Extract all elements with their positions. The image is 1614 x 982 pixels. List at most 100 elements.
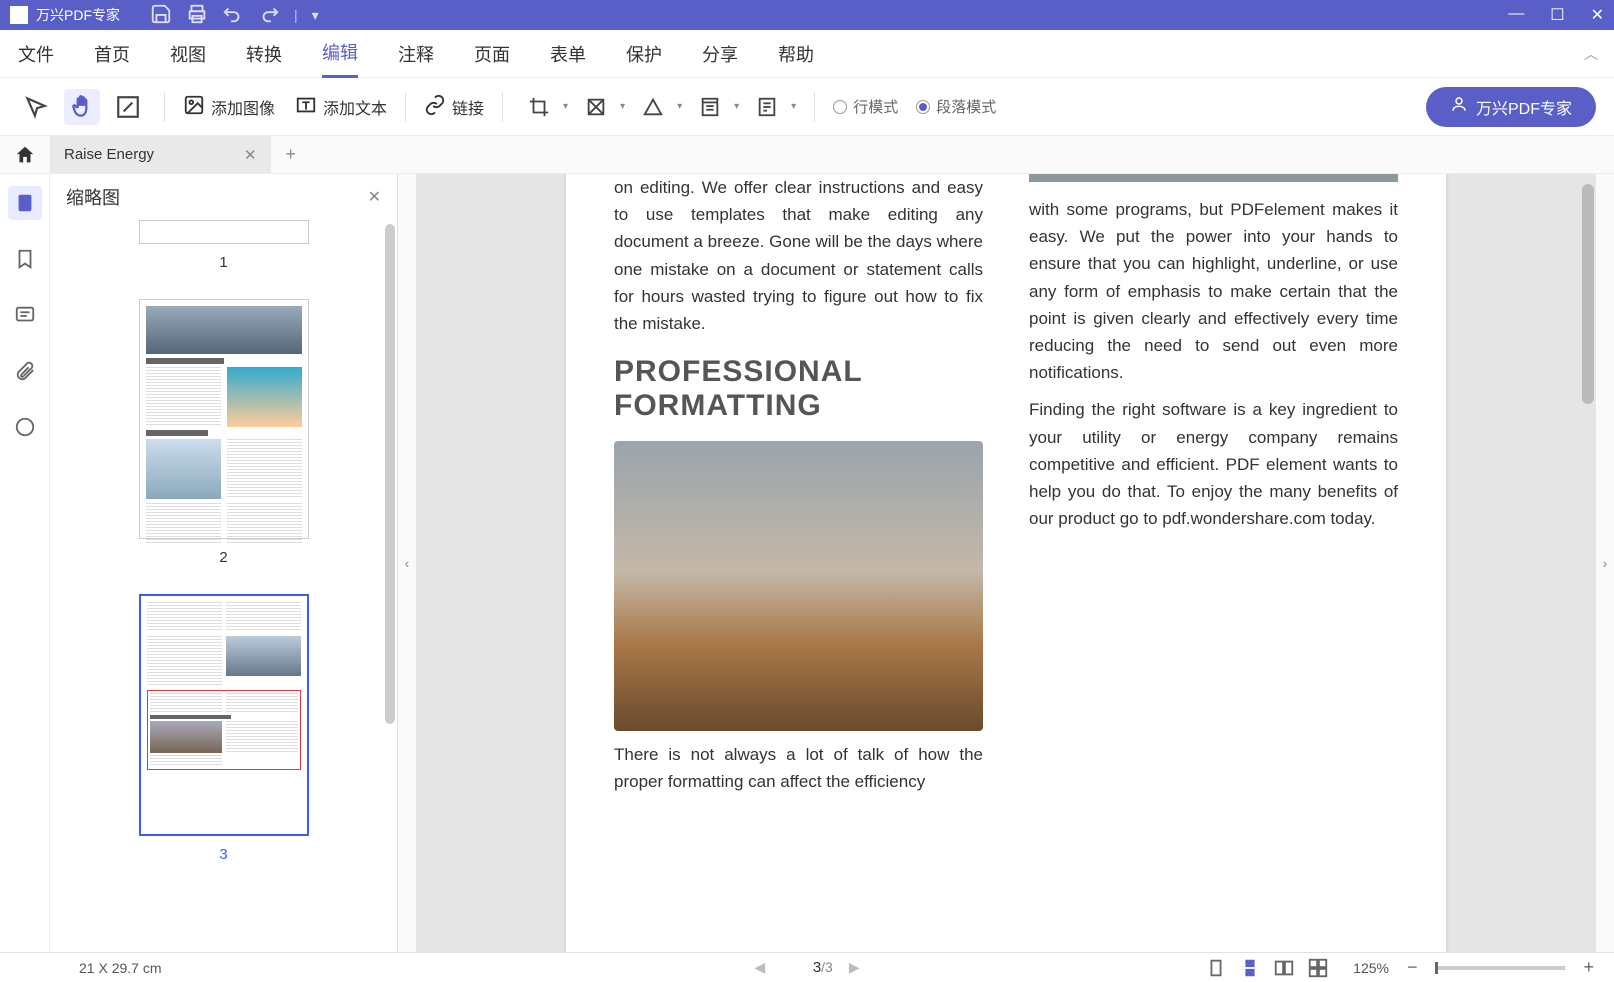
body-text: with some programs, but PDFelement makes…	[1029, 196, 1398, 386]
page-dimensions: 21 X 29.7 cm	[79, 960, 162, 976]
document-image	[614, 441, 983, 731]
crop-button[interactable]	[521, 89, 557, 125]
body-text: Finding the right software is a key ingr…	[1029, 396, 1398, 532]
add-image-label: 添加图像	[211, 95, 275, 119]
watermark-button[interactable]	[578, 89, 614, 125]
link-button[interactable]: 链接	[424, 94, 484, 119]
single-page-view-button[interactable]	[1205, 957, 1227, 979]
undo-icon[interactable]	[222, 3, 244, 28]
document-view[interactable]: on editing. We offer clear instructions …	[416, 174, 1596, 952]
user-icon	[1450, 95, 1468, 118]
document-tab-bar: Raise Energy ✕ +	[0, 136, 1614, 174]
zoom-value: 125%	[1353, 960, 1389, 976]
edit-mode-group: 行模式 段落模式	[833, 96, 996, 117]
thumbnail-panel-title: 缩略图	[66, 184, 120, 210]
close-tab-icon[interactable]: ✕	[244, 146, 257, 164]
comments-rail-button[interactable]	[8, 298, 42, 332]
home-tab-button[interactable]	[0, 136, 50, 173]
prev-page-button[interactable]: ◀	[754, 959, 765, 976]
row-mode-label: 行模式	[853, 96, 898, 117]
edit-toolbar: 添加图像 添加文本 链接 ▾ ▾ ▾ ▾ ▾ 行模式 段落模式 万兴PDF专家	[0, 78, 1614, 136]
menu-bar: 文件 首页 视图 转换 编辑 注释 页面 表单 保护 分享 帮助 ︿	[0, 30, 1614, 78]
menu-file[interactable]: 文件	[18, 31, 54, 77]
brand-account-button[interactable]: 万兴PDF专家	[1426, 87, 1596, 127]
row-mode-radio[interactable]: 行模式	[833, 96, 898, 117]
thumbnails-rail-button[interactable]	[8, 186, 42, 220]
customize-qa-icon[interactable]: ▾	[312, 7, 319, 24]
menu-view[interactable]: 视图	[170, 31, 206, 77]
menu-page[interactable]: 页面	[474, 31, 510, 77]
section-heading: PROFESSIONAL FORMATTING	[614, 355, 983, 423]
maximize-button[interactable]: ☐	[1550, 5, 1564, 25]
thumbnail-page-1[interactable]	[139, 220, 309, 244]
select-tool-button[interactable]	[18, 89, 54, 125]
thumbnail-page-2[interactable]	[139, 299, 309, 539]
document-tab[interactable]: Raise Energy ✕	[50, 136, 271, 173]
thumbnail-list[interactable]: 1 2 3	[50, 220, 397, 952]
bookmarks-rail-button[interactable]	[8, 242, 42, 276]
close-window-button[interactable]: ✕	[1591, 5, 1604, 25]
paragraph-mode-label: 段落模式	[936, 96, 996, 117]
header-footer-button[interactable]	[692, 89, 728, 125]
page-number-input[interactable]	[781, 959, 821, 976]
body-text: There is not always a lot of talk of how…	[614, 741, 983, 795]
menu-home[interactable]: 首页	[94, 31, 130, 77]
document-tab-title: Raise Energy	[64, 146, 154, 163]
app-logo-icon	[10, 6, 28, 24]
new-tab-button[interactable]: +	[271, 136, 311, 173]
paragraph-mode-radio[interactable]: 段落模式	[916, 96, 996, 117]
link-label: 链接	[452, 95, 484, 119]
collapse-right-panel-button[interactable]: ›	[1596, 174, 1614, 952]
pan-tool-button[interactable]	[64, 89, 100, 125]
print-icon[interactable]	[186, 3, 208, 28]
two-page-continuous-button[interactable]	[1307, 957, 1329, 979]
app-title: 万兴PDF专家	[36, 5, 120, 25]
next-page-button[interactable]: ▶	[849, 959, 860, 976]
add-image-button[interactable]: 添加图像	[183, 94, 275, 119]
brand-button-label: 万兴PDF专家	[1476, 95, 1572, 119]
add-text-button[interactable]: 添加文本	[295, 94, 387, 119]
redo-icon[interactable]	[258, 3, 280, 28]
image-icon	[183, 94, 205, 119]
status-bar: 21 X 29.7 cm ◀ /3 ▶ 125% − +	[0, 952, 1614, 982]
collapse-left-panel-button[interactable]: ‹	[398, 174, 416, 952]
thumbnail-page-3[interactable]	[139, 594, 309, 836]
view-controls: 125% − +	[1205, 957, 1600, 979]
document-scrollbar[interactable]	[1582, 184, 1594, 404]
menu-protect[interactable]: 保护	[626, 31, 662, 77]
background-dropdown-icon[interactable]: ▾	[677, 101, 682, 112]
text-icon	[295, 94, 317, 119]
edit-tool-button[interactable]	[110, 89, 146, 125]
search-rail-button[interactable]	[8, 410, 42, 444]
menu-edit[interactable]: 编辑	[322, 29, 358, 78]
continuous-view-button[interactable]	[1239, 957, 1261, 979]
bates-button[interactable]	[749, 89, 785, 125]
attachments-rail-button[interactable]	[8, 354, 42, 388]
background-button[interactable]	[635, 89, 671, 125]
watermark-dropdown-icon[interactable]: ▾	[620, 101, 625, 112]
window-controls: — ☐ ✕	[1508, 5, 1604, 25]
menu-form[interactable]: 表单	[550, 31, 586, 77]
thumbnail-number: 1	[219, 254, 227, 271]
close-thumbnail-panel-icon[interactable]: ✕	[368, 187, 381, 207]
menu-annotate[interactable]: 注释	[398, 31, 434, 77]
collapse-ribbon-icon[interactable]: ︿	[1584, 44, 1598, 64]
thumbnail-number: 2	[219, 549, 227, 566]
link-icon	[424, 94, 446, 119]
menu-share[interactable]: 分享	[702, 31, 738, 77]
zoom-slider[interactable]	[1435, 966, 1565, 970]
body-text: on editing. We offer clear instructions …	[614, 174, 983, 337]
two-page-view-button[interactable]	[1273, 957, 1295, 979]
save-icon[interactable]	[150, 3, 172, 28]
menu-convert[interactable]: 转换	[246, 31, 282, 77]
crop-dropdown-icon[interactable]: ▾	[563, 101, 568, 112]
thumbnail-scrollbar[interactable]	[385, 224, 395, 724]
zoom-out-button[interactable]: −	[1401, 957, 1424, 978]
minimize-button[interactable]: —	[1508, 5, 1524, 25]
page-total: /3	[821, 959, 833, 975]
menu-help[interactable]: 帮助	[778, 31, 814, 77]
document-page: on editing. We offer clear instructions …	[566, 174, 1446, 952]
zoom-in-button[interactable]: +	[1577, 957, 1600, 978]
header-footer-dropdown-icon[interactable]: ▾	[734, 101, 739, 112]
bates-dropdown-icon[interactable]: ▾	[791, 101, 796, 112]
